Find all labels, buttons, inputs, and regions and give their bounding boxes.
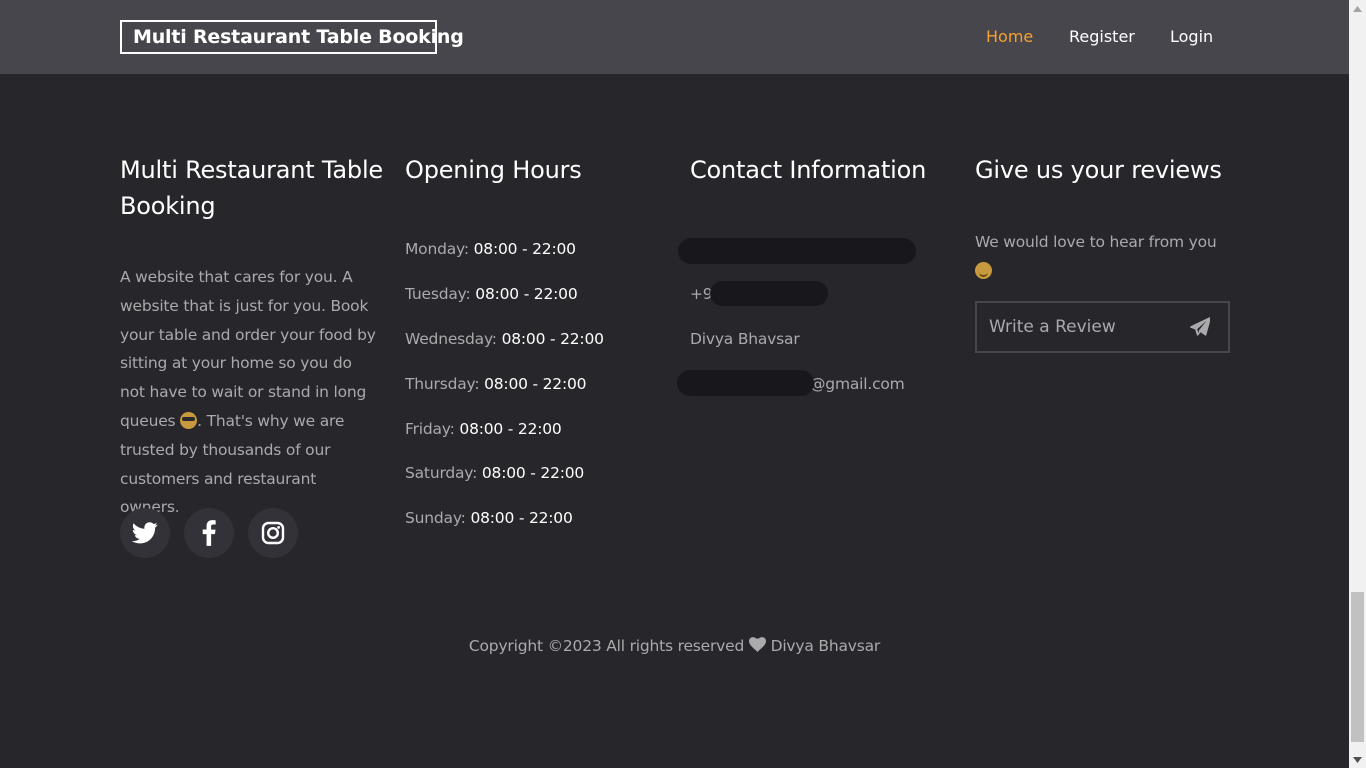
scroll-down-arrow-icon[interactable]: [1349, 751, 1366, 768]
nav-home-link[interactable]: Home: [986, 26, 1033, 48]
scroll-up-arrow-icon[interactable]: [1349, 0, 1366, 17]
copyright-text: Copyright ©2023 All rights reserved: [468, 637, 745, 655]
hours-day: Sunday:: [405, 509, 466, 527]
reviews-description: We would love to hear from you: [975, 228, 1235, 286]
redacted-phone: [710, 281, 828, 306]
hours-time: 08:00 - 22:00: [459, 420, 562, 438]
scrollbar-thumb[interactable]: [1351, 592, 1364, 742]
twitter-icon: [132, 522, 158, 544]
hours-row-saturday: Saturday: 08:00 - 22:00: [405, 462, 584, 484]
hours-time: 08:00 - 22:00: [481, 464, 585, 482]
navbar: Multi Restaurant Table Booking Home Regi…: [0, 0, 1349, 74]
heart-icon: [748, 637, 766, 652]
reviews-title: Give us your reviews: [975, 156, 1222, 184]
nav-register-link[interactable]: Register: [1069, 26, 1135, 48]
hours-column: Opening Hours: [405, 152, 582, 188]
hours-time: 08:00 - 22:00: [473, 240, 576, 258]
contact-name: Divya Bhavsar: [690, 330, 800, 348]
hours-time: 08:00 - 22:00: [501, 330, 604, 348]
send-icon[interactable]: [1190, 317, 1210, 337]
hours-day: Friday:: [405, 420, 455, 438]
reviews-column: Give us your reviews: [975, 152, 1222, 188]
about-description: A website that cares for you. A website …: [120, 263, 380, 522]
instagram-icon: [261, 521, 285, 545]
sunglasses-emoji-icon: [180, 411, 198, 429]
hours-title: Opening Hours: [405, 156, 582, 184]
hours-time: 08:00 - 22:00: [470, 509, 573, 527]
hours-time: 08:00 - 22:00: [484, 375, 587, 393]
hours-day: Tuesday:: [405, 285, 471, 303]
brand-logo[interactable]: Multi Restaurant Table Booking: [120, 20, 464, 54]
smile-emoji-icon: [975, 261, 992, 279]
facebook-button[interactable]: [184, 508, 234, 558]
nav-login-link[interactable]: Login: [1170, 26, 1213, 48]
redacted-email: [677, 370, 814, 396]
hours-row-friday: Friday: 08:00 - 22:00: [405, 418, 562, 440]
copyright: Copyright ©2023 All rights reserved Divy…: [0, 635, 1349, 657]
review-input[interactable]: [989, 317, 1179, 337]
hours-time: 08:00 - 22:00: [475, 285, 578, 303]
hours-row-wednesday: Wednesday: 08:00 - 22:00: [405, 328, 604, 350]
hours-row-tuesday: Tuesday: 08:00 - 22:00: [405, 283, 578, 305]
facebook-icon: [202, 520, 216, 546]
hours-row-thursday: Thursday: 08:00 - 22:00: [405, 373, 586, 395]
contact-title: Contact Information: [690, 156, 927, 184]
hours-day: Monday:: [405, 240, 469, 258]
reviews-text: We would love to hear from you: [975, 233, 1217, 251]
about-text-part1: A website that cares for you. A website …: [120, 268, 376, 430]
contact-email[interactable]: @gmail.com: [810, 373, 905, 395]
hours-day: Thursday:: [405, 375, 480, 393]
hours-row-monday: Monday: 08:00 - 22:00: [405, 238, 576, 260]
hours-day: Wednesday:: [405, 330, 497, 348]
contact-column: Contact Information: [690, 152, 926, 188]
email-suffix: @gmail.com: [810, 375, 905, 393]
redacted-address: [678, 238, 916, 264]
copyright-author: Divya Bhavsar: [770, 637, 881, 655]
about-title: Multi Restaurant Table Booking: [120, 156, 383, 220]
review-input-box[interactable]: [975, 301, 1230, 353]
hours-row-sunday: Sunday: 08:00 - 22:00: [405, 507, 573, 529]
hours-day: Saturday:: [405, 464, 478, 482]
instagram-button[interactable]: [248, 508, 298, 558]
twitter-button[interactable]: [120, 508, 170, 558]
about-column: Multi Restaurant Table Booking: [120, 152, 385, 224]
